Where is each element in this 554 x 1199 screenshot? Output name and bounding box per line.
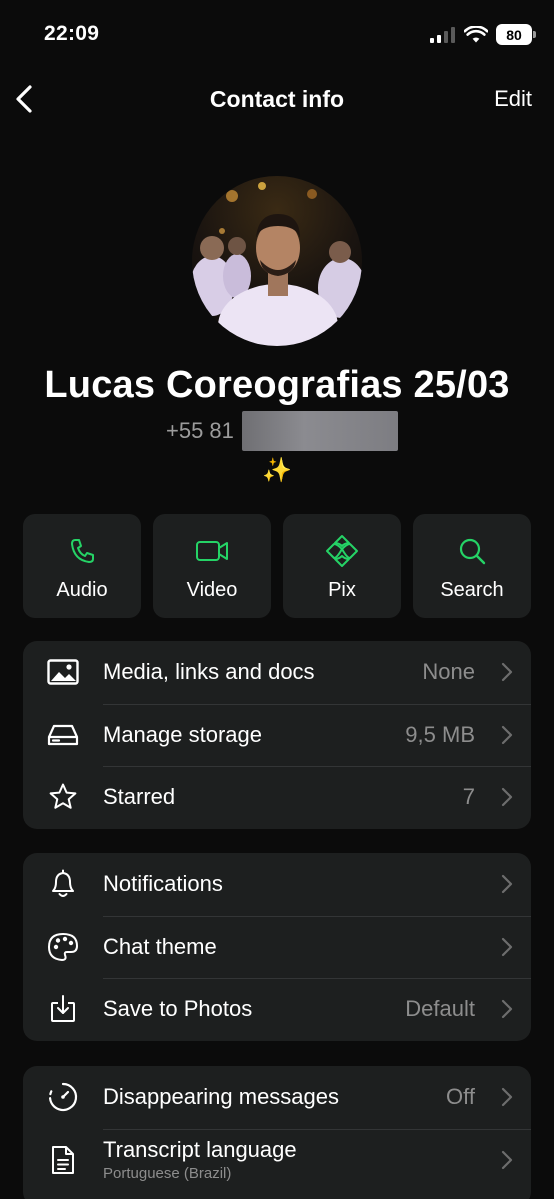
phone-number[interactable]: +55 81 <box>166 418 234 444</box>
video-camera-icon <box>196 541 228 561</box>
timer-icon <box>48 1083 78 1112</box>
chevron-right-icon <box>501 1000 513 1019</box>
video-label: Video <box>186 579 238 601</box>
row-value: 7 <box>462 784 475 810</box>
avatar[interactable] <box>192 176 362 346</box>
pix-icon <box>326 535 358 567</box>
row-value: Off <box>446 1084 475 1110</box>
row-value: Default <box>405 996 475 1022</box>
back-button[interactable] <box>10 81 42 117</box>
navigation-bar: Contact info Edit <box>0 72 554 126</box>
search-label: Search <box>440 579 504 601</box>
status-bar: 22:09 80 <box>0 0 554 70</box>
save-download-icon <box>51 995 75 1023</box>
palette-icon <box>48 932 78 961</box>
profile-photo <box>192 176 362 346</box>
video-call-button[interactable]: Video <box>153 514 271 618</box>
chevron-right-icon <box>501 663 513 682</box>
search-icon <box>459 538 486 565</box>
row-text: Transcript language Portuguese (Brazil) <box>103 1137 475 1182</box>
status-icons: 80 <box>430 24 536 45</box>
settings-section: Notifications Chat theme Save to Photos <box>23 853 531 1041</box>
row-label: Save to Photos <box>103 996 253 1022</box>
manage-storage-row[interactable]: Manage storage 9,5 MB <box>23 703 531 767</box>
page-title: Contact info <box>209 86 345 112</box>
media-section: Media, links and docs None Manage storag… <box>23 641 531 829</box>
status-time: 22:09 <box>44 22 100 45</box>
transcript-language-row[interactable]: Transcript language Portuguese (Brazil) <box>23 1128 531 1192</box>
privacy-section: Disappearing messages Off Transcript lan… <box>23 1066 531 1199</box>
audio-label: Audio <box>56 579 108 601</box>
bell-icon <box>52 869 74 898</box>
document-icon <box>52 1145 74 1174</box>
storage-icon <box>47 724 79 745</box>
row-label: Notifications <box>103 871 223 897</box>
quick-actions: Audio Video Pix Search <box>23 514 531 618</box>
chevron-right-icon <box>501 875 513 894</box>
contact-name: Lucas Coreografias 25/03 <box>44 364 510 406</box>
row-label: Media, links and docs <box>103 659 315 685</box>
chevron-left-icon <box>16 85 32 113</box>
battery-indicator: 80 <box>496 24 536 45</box>
media-links-docs-row[interactable]: Media, links and docs None <box>23 641 531 704</box>
pix-label: Pix <box>328 579 356 601</box>
disappearing-messages-row[interactable]: Disappearing messages Off <box>23 1066 531 1129</box>
chevron-right-icon <box>501 937 513 956</box>
phone-number-redaction <box>242 411 398 451</box>
pix-button[interactable]: Pix <box>283 514 401 618</box>
row-label: Disappearing messages <box>103 1084 340 1110</box>
chevron-right-icon <box>501 725 513 744</box>
save-to-photos-row[interactable]: Save to Photos Default <box>23 978 531 1041</box>
row-sublabel: Portuguese (Brazil) <box>103 1165 232 1183</box>
audio-call-button[interactable]: Audio <box>23 514 141 618</box>
row-label: Chat theme <box>103 933 217 959</box>
chevron-right-icon <box>501 1150 513 1169</box>
notifications-row[interactable]: Notifications <box>23 853 531 916</box>
search-button[interactable]: Search <box>413 514 531 618</box>
star-icon <box>49 783 77 810</box>
edit-button[interactable]: Edit <box>494 86 532 112</box>
row-label: Transcript language <box>103 1137 297 1163</box>
row-label: Starred <box>103 784 176 810</box>
chevron-right-icon <box>501 788 513 807</box>
row-value: None <box>422 659 475 685</box>
wifi-icon <box>464 25 488 42</box>
row-value: 9,5 MB <box>405 721 475 747</box>
image-icon <box>47 659 79 685</box>
phone-icon <box>71 539 94 563</box>
cellular-signal-icon <box>430 26 455 43</box>
row-label: Manage storage <box>103 721 262 747</box>
chat-theme-row[interactable]: Chat theme <box>23 915 531 979</box>
starred-row[interactable]: Starred 7 <box>23 766 531 829</box>
contact-about: ✨ <box>262 457 292 484</box>
chevron-right-icon <box>501 1088 513 1107</box>
